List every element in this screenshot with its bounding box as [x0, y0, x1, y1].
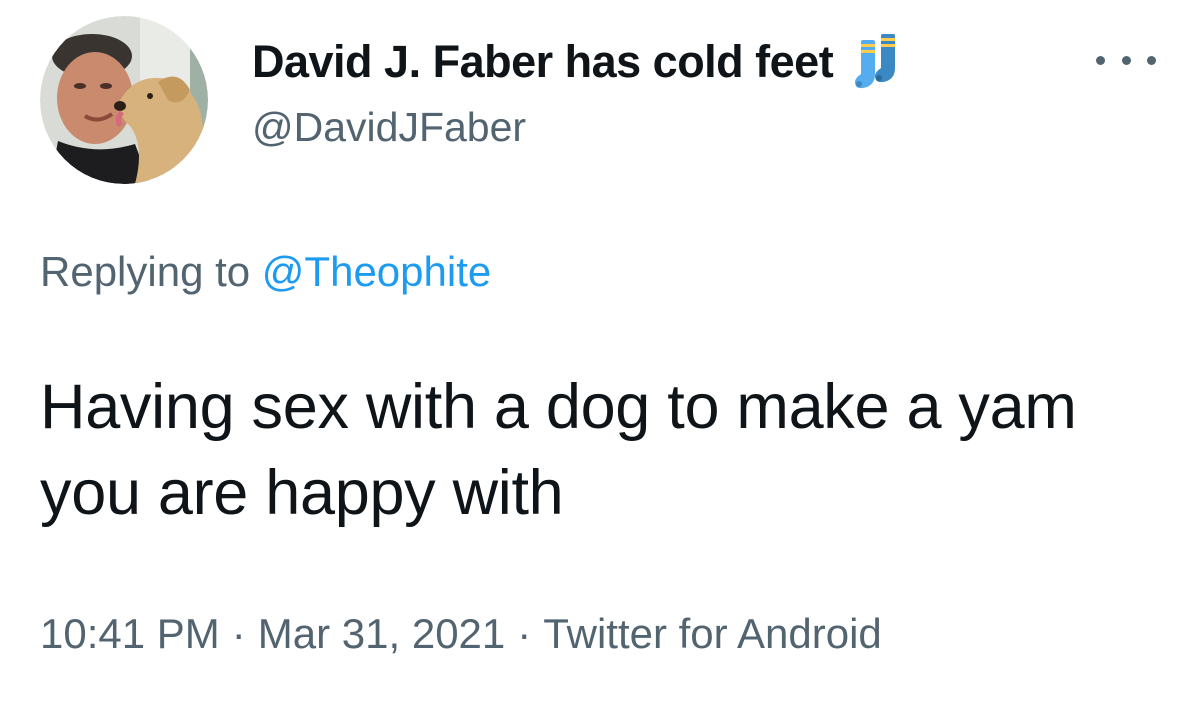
more-options-icon: [1096, 55, 1105, 65]
reply-target-link[interactable]: @Theophite: [262, 248, 491, 295]
avatar[interactable]: [40, 16, 208, 184]
meta-separator: ·: [517, 610, 532, 657]
meta-separator: ·: [231, 610, 246, 657]
tweet-source[interactable]: Twitter for Android: [543, 610, 881, 657]
tweet-card: David J. Faber has cold feet @DavidJFabe…: [0, 0, 1204, 724]
tweet-time[interactable]: 10:41 PM: [40, 610, 220, 657]
replying-to-label: Replying to: [40, 248, 251, 295]
author-handle[interactable]: @DavidJFaber: [252, 104, 526, 151]
author-display-name[interactable]: David J. Faber has cold feet: [252, 36, 834, 88]
tweet-text: Having sex with a dog to make a yam you …: [40, 372, 1077, 528]
socks-icon: [851, 34, 905, 90]
tweet-meta: 10:41 PM · Mar 31, 2021 · Twitter for Androi…: [40, 610, 882, 658]
more-options-icon-dot: [1121, 55, 1131, 65]
replying-to-line: Replying to @Theophite: [40, 248, 491, 296]
more-options-button[interactable]: [1096, 40, 1156, 80]
avatar-image: [40, 16, 208, 184]
more-options-icon-dot: [1147, 55, 1156, 65]
author-name-row: David J. Faber has cold feet: [252, 34, 905, 90]
tweet-date[interactable]: Mar 31, 2021: [258, 610, 506, 657]
